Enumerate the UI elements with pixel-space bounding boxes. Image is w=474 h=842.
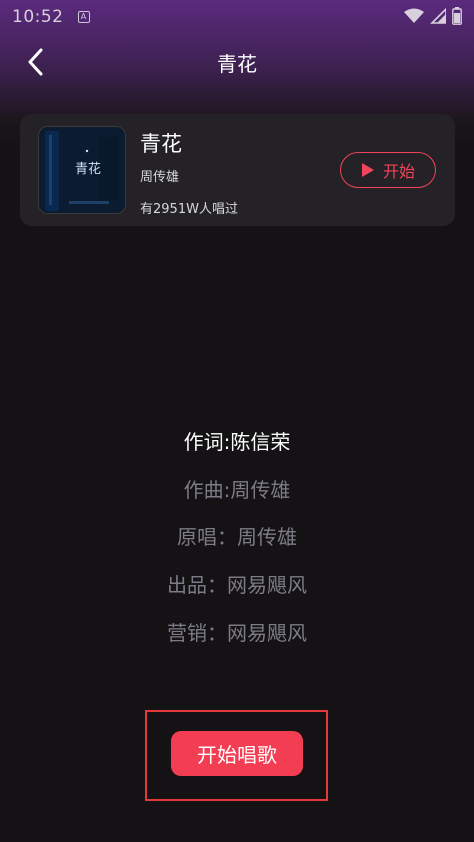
- wifi-icon: [404, 8, 424, 23]
- battery-icon: [452, 7, 462, 25]
- start-button-label: 开始: [382, 162, 415, 181]
- lyricist-credit: 作词:陈信荣: [183, 430, 291, 454]
- page-title: 青花: [217, 52, 257, 76]
- album-cover[interactable]: 青花: [38, 126, 126, 214]
- composer-credit: 作曲:周传雄: [183, 478, 291, 502]
- status-time: 10:52: [12, 7, 64, 27]
- album-cover-art: 青花: [39, 127, 125, 213]
- song-artist: 周传雄: [140, 170, 180, 185]
- start-button[interactable]: 开始: [340, 152, 436, 188]
- start-singing-button[interactable]: 开始唱歌: [171, 731, 303, 776]
- play-icon: [361, 163, 374, 177]
- status-bar: 10:52 A: [0, 0, 474, 34]
- signal-icon: [430, 8, 446, 24]
- marketing-credit: 营销：网易飓风: [167, 621, 307, 645]
- producer-credit: 出品：网易飓风: [167, 573, 307, 597]
- top-bar: 青花: [0, 34, 474, 90]
- song-card: 青花 青花 周传雄 有2951W人唱过 开始: [20, 114, 455, 226]
- status-icons: [404, 7, 462, 25]
- song-title: 青花: [140, 132, 182, 156]
- sing-count: 有2951W人唱过: [140, 202, 238, 217]
- original-singer-credit: 原唱：周传雄: [177, 525, 297, 549]
- cover-title-text: 青花: [75, 161, 101, 177]
- notification-icon: A: [77, 11, 90, 23]
